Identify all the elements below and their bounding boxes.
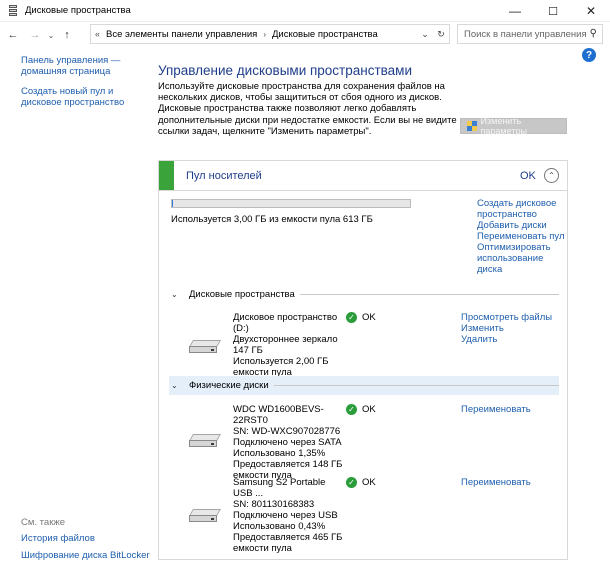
change-link[interactable]: Изменить bbox=[461, 323, 552, 334]
window-title: Дисковые пространства bbox=[25, 5, 131, 16]
pool-status-bar bbox=[159, 161, 174, 190]
drive-model: WDC WD1600BEVS-22RST0 bbox=[233, 404, 324, 426]
navigation-bar: ← → ⌄ ↑ « Все элементы панели управления… bbox=[0, 24, 610, 46]
sidebar-item-create-pool[interactable]: Создать новый пул и дисковое пространств… bbox=[21, 86, 139, 108]
sidebar-item-control-panel-home[interactable]: Панель управления — домашняя страница bbox=[21, 55, 139, 77]
drive-provided: Предоставляется 465 ГБ емкости пула bbox=[233, 532, 343, 554]
see-also-heading: См. также bbox=[21, 517, 65, 528]
physical-drives-section-header[interactable]: ⌄ Физические диски bbox=[169, 376, 559, 395]
search-input[interactable]: Поиск в панели управления bbox=[464, 29, 587, 40]
add-drives-link[interactable]: Добавить диски bbox=[477, 220, 567, 231]
space-status-text: OK bbox=[362, 312, 376, 323]
drive-used: Использовано 1,35% bbox=[233, 448, 326, 459]
change-settings-label: Изменить параметры bbox=[480, 116, 527, 136]
left-sidebar: Панель управления — домашняя страница Со… bbox=[21, 55, 139, 117]
space-name: Дисковое пространство (D:) bbox=[233, 312, 338, 334]
drive-details: Samsung S2 Portable USB ... SN: 80113016… bbox=[233, 477, 345, 554]
chevron-down-icon[interactable]: ⌄ bbox=[171, 381, 185, 390]
change-settings-button[interactable]: Изменить параметры bbox=[460, 116, 567, 136]
drive-status-text: OK bbox=[362, 477, 376, 488]
sidebar-item-bitlocker[interactable]: Шифрование диска BitLocker bbox=[21, 550, 150, 561]
drive-details: WDC WD1600BEVS-22RST0 SN: WD-WXC90702877… bbox=[233, 404, 345, 481]
drive-icon bbox=[188, 434, 222, 448]
pool-usage-fill bbox=[172, 200, 174, 207]
maximize-button[interactable]: ☐ bbox=[534, 0, 572, 22]
see-also-links: История файлов Шифрование диска BitLocke… bbox=[21, 533, 150, 567]
pool-name: Пул носителей bbox=[186, 170, 262, 182]
drive-serial: SN: WD-WXC907028776 bbox=[233, 426, 341, 437]
forward-button[interactable]: → bbox=[28, 29, 42, 41]
rename-pool-link[interactable]: Переименовать пул bbox=[477, 231, 567, 242]
collapse-chevron-up-icon[interactable]: ⌃ bbox=[544, 168, 559, 183]
ok-check-icon: ✓ bbox=[346, 404, 357, 415]
address-bar[interactable]: « Все элементы панели управления › Диско… bbox=[90, 24, 450, 44]
pool-task-links: Создать дисковое пространство Добавить д… bbox=[477, 198, 567, 275]
section-divider bbox=[299, 293, 559, 295]
breadcrumb-separator-icon[interactable]: › bbox=[263, 30, 266, 39]
sidebar-item-file-history[interactable]: История файлов bbox=[21, 533, 150, 544]
breadcrumb-all-control-panel[interactable]: Все элементы панели управления bbox=[106, 29, 257, 40]
drive-used: Использовано 0,43% bbox=[233, 521, 326, 532]
breadcrumb-storage-spaces[interactable]: Дисковые пространства bbox=[272, 29, 378, 40]
drive-serial: SN: 801130168383 bbox=[233, 499, 315, 510]
storage-pool-header: Пул носителей OK ⌃ bbox=[159, 161, 567, 191]
address-dropdown-icon[interactable]: ⌄ bbox=[417, 29, 433, 40]
drive-icon bbox=[188, 340, 222, 354]
drive-connection: Подключено через SATA bbox=[233, 437, 342, 448]
storage-spaces-section-title: Дисковые пространства bbox=[189, 288, 295, 300]
create-space-link[interactable]: Создать дисковое пространство bbox=[477, 198, 567, 220]
storage-spaces-section-header[interactable]: ⌄ Дисковые пространства bbox=[171, 286, 559, 302]
view-files-link[interactable]: Просмотреть файлы bbox=[461, 312, 552, 323]
pool-usage-text: Используется 3,00 ГБ из емкости пула 613… bbox=[171, 214, 373, 225]
search-icon[interactable]: ⚲ bbox=[590, 28, 597, 39]
drive-task-links: Переименовать bbox=[461, 404, 531, 415]
ok-check-icon: ✓ bbox=[346, 477, 357, 488]
pool-status: OK bbox=[520, 170, 536, 182]
space-task-links: Просмотреть файлы Изменить Удалить bbox=[461, 312, 552, 345]
window-controls: — ☐ ✕ bbox=[496, 0, 610, 22]
storage-spaces-icon bbox=[8, 4, 18, 17]
delete-link[interactable]: Удалить bbox=[461, 334, 552, 345]
drive-status-text: OK bbox=[362, 404, 376, 415]
ok-check-icon: ✓ bbox=[346, 312, 357, 323]
drive-model: Samsung S2 Portable USB ... bbox=[233, 477, 326, 499]
rename-drive-link[interactable]: Переименовать bbox=[461, 477, 531, 488]
physical-drives-section-title: Физические диски bbox=[189, 380, 269, 391]
intro-text: Используйте дисковые пространства для со… bbox=[158, 81, 457, 137]
search-box[interactable]: Поиск в панели управления ⚲ bbox=[457, 24, 603, 44]
up-button[interactable]: ↑ bbox=[60, 29, 74, 41]
drive-connection: Подключено через USB bbox=[233, 510, 338, 521]
rename-drive-link[interactable]: Переименовать bbox=[461, 404, 531, 415]
space-resiliency: Двухстороннее зеркало bbox=[233, 334, 338, 345]
space-size: 147 ГБ bbox=[233, 345, 263, 356]
pool-usage-bar bbox=[171, 199, 411, 208]
section-divider bbox=[273, 385, 559, 386]
back-button[interactable]: ← bbox=[6, 29, 20, 41]
help-icon[interactable]: ? bbox=[582, 48, 596, 62]
minimize-button[interactable]: — bbox=[496, 0, 534, 22]
space-status: ✓ OK bbox=[346, 312, 376, 323]
storage-space-details: Дисковое пространство (D:) Двухстороннее… bbox=[233, 312, 345, 378]
address-overflow-icon[interactable]: « bbox=[95, 29, 100, 39]
close-button[interactable]: ✕ bbox=[572, 0, 610, 22]
storage-pool-panel: Пул носителей OK ⌃ Используется 3,00 ГБ … bbox=[158, 160, 568, 560]
drive-icon bbox=[188, 509, 222, 523]
drive-task-links: Переименовать bbox=[461, 477, 531, 488]
uac-shield-icon bbox=[467, 120, 477, 132]
drive-status: ✓ OK bbox=[346, 404, 376, 415]
title-bar: Дисковые пространства — ☐ ✕ bbox=[0, 0, 610, 22]
page-title: Управление дисковыми пространствами bbox=[158, 63, 412, 78]
space-usage: Используется 2,00 ГБ емкости пула bbox=[233, 356, 329, 378]
chevron-down-icon[interactable]: ⌄ bbox=[171, 290, 185, 299]
optimize-drive-usage-link[interactable]: Оптимизировать использование диска bbox=[477, 242, 567, 275]
recent-locations-button[interactable]: ⌄ bbox=[46, 31, 56, 40]
refresh-icon[interactable]: ↻ bbox=[433, 29, 449, 40]
drive-status: ✓ OK bbox=[346, 477, 376, 488]
